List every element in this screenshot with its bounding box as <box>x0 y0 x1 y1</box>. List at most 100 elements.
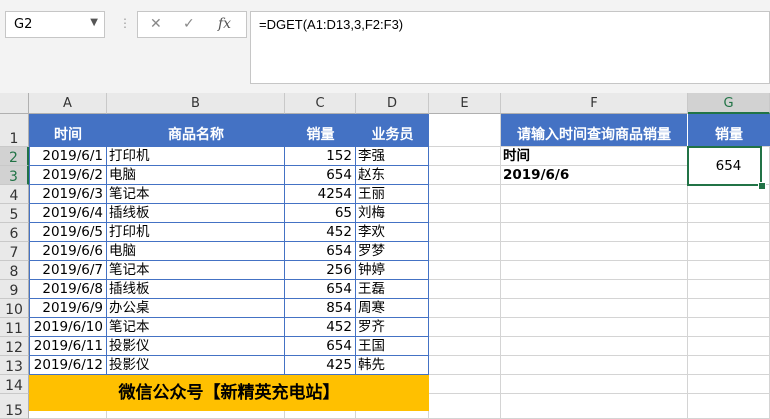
table-cell-item[interactable]: 电脑 <box>107 166 285 185</box>
table-cell-qty[interactable]: 65 <box>285 204 356 223</box>
table-cell-qty[interactable]: 425 <box>285 356 356 375</box>
grid-cell[interactable] <box>688 337 770 356</box>
row-header-15[interactable]: 15 <box>0 394 29 419</box>
confirm-icon[interactable]: ✓ <box>183 16 195 32</box>
table-cell-staff[interactable]: 李强 <box>356 147 429 166</box>
column-header-a[interactable]: A <box>29 93 107 114</box>
table-cell-item[interactable]: 投影仪 <box>107 356 285 375</box>
grid-cell[interactable] <box>688 394 770 419</box>
table-cell-item[interactable]: 打印机 <box>107 223 285 242</box>
table-cell-item[interactable]: 笔记本 <box>107 185 285 204</box>
grid-cell[interactable] <box>429 114 501 147</box>
grid-cell[interactable] <box>429 147 501 166</box>
table-header-qty[interactable]: 销量 <box>285 114 356 147</box>
row-header-2[interactable]: 2 <box>0 147 29 166</box>
row-header-1[interactable]: 1 <box>0 114 29 147</box>
grid-cell[interactable] <box>501 375 688 394</box>
grid-cell[interactable] <box>429 375 501 394</box>
table-cell-date[interactable]: 2019/6/4 <box>29 204 107 223</box>
table-cell-qty[interactable]: 654 <box>285 280 356 299</box>
grid-cell[interactable] <box>501 299 688 318</box>
table-cell-staff[interactable]: 赵东 <box>356 166 429 185</box>
grid-cell[interactable] <box>429 299 501 318</box>
table-cell-qty[interactable]: 152 <box>285 147 356 166</box>
grid-cell[interactable] <box>429 356 501 375</box>
table-cell-date[interactable]: 2019/6/5 <box>29 223 107 242</box>
column-header-c[interactable]: C <box>285 93 356 114</box>
chevron-down-icon[interactable]: ▼ <box>90 17 98 28</box>
column-header-d[interactable]: D <box>356 93 429 114</box>
table-cell-staff[interactable]: 钟婷 <box>356 261 429 280</box>
name-box[interactable]: G2 ▼ <box>5 11 105 38</box>
column-header-f[interactable]: F <box>501 93 688 114</box>
grid-cell[interactable] <box>501 318 688 337</box>
table-cell-item[interactable]: 办公桌 <box>107 299 285 318</box>
table-cell-date[interactable]: 2019/6/8 <box>29 280 107 299</box>
column-header-e[interactable]: E <box>429 93 501 114</box>
table-cell-staff[interactable]: 王丽 <box>356 185 429 204</box>
grid-cell[interactable] <box>429 280 501 299</box>
grid-cell[interactable] <box>688 223 770 242</box>
table-cell-date[interactable]: 2019/6/10 <box>29 318 107 337</box>
grid-cell[interactable] <box>501 242 688 261</box>
row-header-10[interactable]: 10 <box>0 299 29 318</box>
table-header-staff[interactable]: 业务员 <box>356 114 429 147</box>
grid-cell[interactable] <box>501 204 688 223</box>
column-header-g[interactable]: G <box>688 93 770 114</box>
grid-cell[interactable] <box>429 223 501 242</box>
row-header-5[interactable]: 5 <box>0 204 29 223</box>
row-header-14[interactable]: 14 <box>0 375 29 394</box>
row-header-3[interactable]: 3 <box>0 166 29 185</box>
drag-handle-icon[interactable]: ⋮ <box>119 16 131 30</box>
grid-cell[interactable] <box>688 261 770 280</box>
criteria-value[interactable]: 2019/6/6 <box>501 166 688 185</box>
row-header-6[interactable]: 6 <box>0 223 29 242</box>
table-cell-item[interactable]: 笔记本 <box>107 261 285 280</box>
table-cell-date[interactable]: 2019/6/1 <box>29 147 107 166</box>
insert-function-icon[interactable]: fx <box>218 16 231 32</box>
select-all-corner[interactable] <box>0 93 29 114</box>
grid-cell[interactable] <box>688 318 770 337</box>
table-cell-item[interactable]: 插线板 <box>107 204 285 223</box>
table-cell-qty[interactable]: 452 <box>285 318 356 337</box>
table-cell-item[interactable]: 电脑 <box>107 242 285 261</box>
grid-cell[interactable] <box>688 375 770 394</box>
table-cell-staff[interactable]: 李欢 <box>356 223 429 242</box>
grid-cell[interactable] <box>429 261 501 280</box>
grid-cell[interactable] <box>429 242 501 261</box>
grid-cell[interactable] <box>501 185 688 204</box>
table-cell-staff[interactable]: 韩先 <box>356 356 429 375</box>
grid-cell[interactable] <box>501 337 688 356</box>
grid-cell[interactable] <box>688 242 770 261</box>
grid-cell[interactable] <box>429 185 501 204</box>
table-cell-item[interactable]: 投影仪 <box>107 337 285 356</box>
table-cell-staff[interactable]: 罗齐 <box>356 318 429 337</box>
grid-cell[interactable] <box>501 394 688 419</box>
table-cell-staff[interactable]: 王国 <box>356 337 429 356</box>
table-cell-qty[interactable]: 256 <box>285 261 356 280</box>
table-cell-date[interactable]: 2019/6/12 <box>29 356 107 375</box>
formula-input[interactable]: =DGET(A1:D13,3,F2:F3) <box>250 11 770 84</box>
row-header-11[interactable]: 11 <box>0 318 29 337</box>
row-header-7[interactable]: 7 <box>0 242 29 261</box>
table-header-time[interactable]: 时间 <box>29 114 107 147</box>
row-header-8[interactable]: 8 <box>0 261 29 280</box>
spreadsheet-grid[interactable]: A B C D E F G 1 2 3 4 5 6 7 8 9 10 11 12 13 14 15 时间 商品名称 销量 业务员请… <box>0 93 770 419</box>
grid-cell[interactable] <box>501 356 688 375</box>
row-header-9[interactable]: 9 <box>0 280 29 299</box>
table-cell-item[interactable]: 笔记本 <box>107 318 285 337</box>
table-cell-date[interactable]: 2019/6/9 <box>29 299 107 318</box>
table-cell-date[interactable]: 2019/6/6 <box>29 242 107 261</box>
fill-handle[interactable] <box>758 182 766 190</box>
table-cell-date[interactable]: 2019/6/3 <box>29 185 107 204</box>
grid-cell[interactable] <box>501 223 688 242</box>
column-header-b[interactable]: B <box>107 93 285 114</box>
table-cell-date[interactable]: 2019/6/11 <box>29 337 107 356</box>
grid-cell[interactable] <box>688 356 770 375</box>
table-cell-staff[interactable]: 王磊 <box>356 280 429 299</box>
grid-cell[interactable] <box>429 318 501 337</box>
table-cell-date[interactable]: 2019/6/2 <box>29 166 107 185</box>
grid-cell[interactable] <box>429 204 501 223</box>
table-cell-staff[interactable]: 刘梅 <box>356 204 429 223</box>
row-header-4[interactable]: 4 <box>0 185 29 204</box>
